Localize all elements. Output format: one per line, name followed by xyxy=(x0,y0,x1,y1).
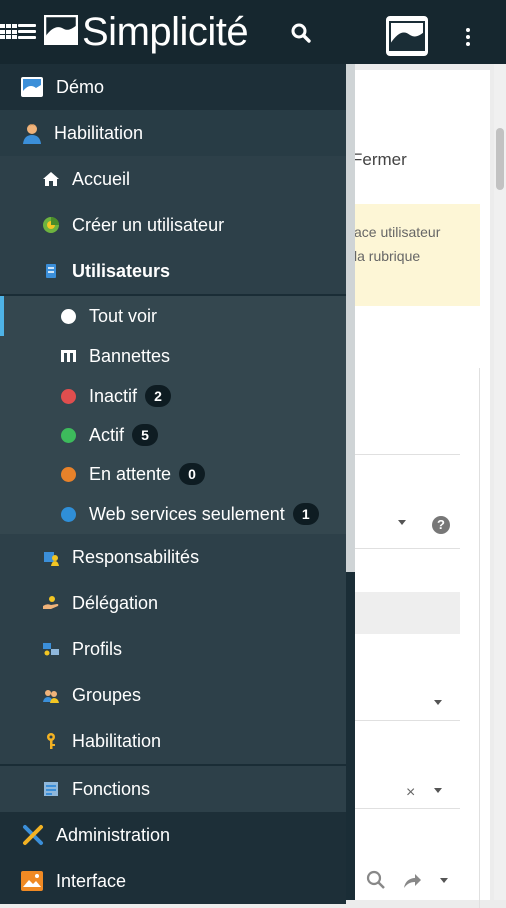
form-panel xyxy=(346,368,480,908)
sidebar-item-label: Bannettes xyxy=(89,345,171,366)
profiles-icon xyxy=(43,643,59,656)
sidebar-item-delegation[interactable]: Délégation xyxy=(0,580,346,626)
status-dot-icon xyxy=(61,427,76,443)
sidebar-item-tout-voir[interactable]: Tout voir xyxy=(0,296,346,336)
sidebar-item-label: Accueil xyxy=(72,168,131,189)
search-icon[interactable] xyxy=(290,22,312,44)
status-dot-icon xyxy=(61,506,76,522)
notice-line-2: la rubrique xyxy=(354,248,421,264)
demo-icon xyxy=(21,77,43,97)
sidebar-item-label: Créer un utilisateur xyxy=(72,214,225,235)
home-icon xyxy=(43,172,59,186)
row-highlight xyxy=(346,592,460,634)
chevron-down-icon[interactable] xyxy=(398,520,406,525)
sidebar-item-habilitation[interactable]: Habilitation xyxy=(0,718,346,764)
count-badge: 0 xyxy=(179,463,206,485)
sidebar-item-administration[interactable]: Administration xyxy=(0,812,346,858)
sidebar-item-label: Administration xyxy=(56,824,171,845)
sidebar-item-label: Groupes xyxy=(72,684,142,705)
divider xyxy=(346,720,460,721)
columns-icon xyxy=(61,350,76,362)
sidebar-item-responsabilites[interactable]: Responsabilités xyxy=(0,534,346,580)
sidebar-item-groupes[interactable]: Groupes xyxy=(0,672,346,718)
sidebar-item-label: Actif xyxy=(89,424,125,445)
sidebar-item-actif[interactable]: Actif 5 xyxy=(0,415,346,455)
content-card: Fermer ace utilisateur la rubrique ? × xyxy=(346,70,490,908)
notice-line-1: ace utilisateur xyxy=(354,224,441,240)
page-background: Fermer ace utilisateur la rubrique ? × xyxy=(346,64,506,908)
sidebar-item-label: Habilitation xyxy=(54,122,144,143)
divider xyxy=(346,548,460,549)
sidebar-item-web-services[interactable]: Web services seulement 1 xyxy=(0,494,346,534)
active-indicator xyxy=(0,296,4,336)
chevron-down-icon[interactable] xyxy=(434,700,442,705)
divider xyxy=(346,454,460,455)
app-brand[interactable]: Simplicité xyxy=(82,10,249,54)
sidebar-item-interface[interactable]: Interface xyxy=(0,858,346,904)
groups-icon xyxy=(43,690,59,703)
users-list-icon xyxy=(46,264,56,278)
sidebar-item-creer-utilisateur[interactable]: Créer un utilisateur xyxy=(0,202,346,248)
sidebar-scrollbar[interactable] xyxy=(346,64,355,572)
tools-icon xyxy=(23,825,43,845)
count-badge: 2 xyxy=(145,385,172,407)
sidebar-item-bannettes[interactable]: Bannettes xyxy=(0,336,346,376)
delegation-icon xyxy=(43,596,59,609)
functions-icon xyxy=(44,782,58,796)
key-icon xyxy=(47,733,55,749)
sidebar-item-label: Fonctions xyxy=(72,778,151,799)
sidebar-item-label: Utilisateurs xyxy=(72,260,171,281)
help-icon[interactable]: ? xyxy=(432,516,450,534)
sidebar-item-en-attente[interactable]: En attente 0 xyxy=(0,454,346,494)
sidebar-item-profils[interactable]: Profils xyxy=(0,626,346,672)
sidebar-item-demo[interactable]: Démo xyxy=(0,64,346,110)
count-badge: 1 xyxy=(292,503,319,525)
create-user-icon xyxy=(43,217,59,233)
sidebar-item-label: Délégation xyxy=(72,592,159,613)
sidebar-item-utilisateurs[interactable]: Utilisateurs xyxy=(0,248,346,294)
sidebar-item-fonctions[interactable]: Fonctions xyxy=(0,766,346,812)
sidebar-item-label: Tout voir xyxy=(89,305,158,326)
sidebar-item-label: Habilitation xyxy=(72,730,162,751)
hamburger-icon[interactable] xyxy=(18,24,36,40)
sidebar-item-habilitation-group[interactable]: Habilitation xyxy=(0,110,346,156)
sidebar-item-label: Web services seulement xyxy=(89,503,285,524)
search-icon[interactable] xyxy=(366,870,386,890)
sidebar-item-inactif[interactable]: Inactif 2 xyxy=(0,376,346,416)
chevron-down-icon[interactable] xyxy=(434,788,442,793)
responsibilities-icon xyxy=(44,552,59,566)
sidebar-item-label: En attente xyxy=(89,463,172,484)
clear-icon[interactable]: × xyxy=(406,784,415,802)
count-badge: 5 xyxy=(132,424,159,446)
circle-icon xyxy=(61,308,76,324)
info-notice: ace utilisateur la rubrique xyxy=(346,204,480,306)
sidebar-item-label: Interface xyxy=(56,870,127,891)
user-icon xyxy=(23,124,41,144)
sidebar-item-accueil[interactable]: Accueil xyxy=(0,156,346,202)
divider xyxy=(346,808,460,809)
status-dot-icon xyxy=(61,466,76,482)
sidebar-item-label: Inactif xyxy=(89,385,138,406)
avatar[interactable] xyxy=(386,16,428,56)
top-bar: Simplicité xyxy=(0,0,506,64)
more-options-icon[interactable] xyxy=(466,28,470,49)
avatar-image xyxy=(388,18,426,54)
logo-icon xyxy=(44,15,78,45)
sidebar-item-label: Démo xyxy=(56,76,105,97)
close-button-text[interactable]: Fermer xyxy=(352,150,407,170)
apps-grid-icon[interactable] xyxy=(0,24,18,40)
page-scrollbar-thumb[interactable] xyxy=(496,128,504,190)
share-icon[interactable] xyxy=(402,872,422,890)
sidebar-item-label: Profils xyxy=(72,638,123,659)
sidebar-item-label: Responsabilités xyxy=(72,546,200,567)
chevron-down-icon[interactable] xyxy=(440,878,448,883)
status-dot-icon xyxy=(61,388,76,404)
interface-icon xyxy=(21,871,43,891)
